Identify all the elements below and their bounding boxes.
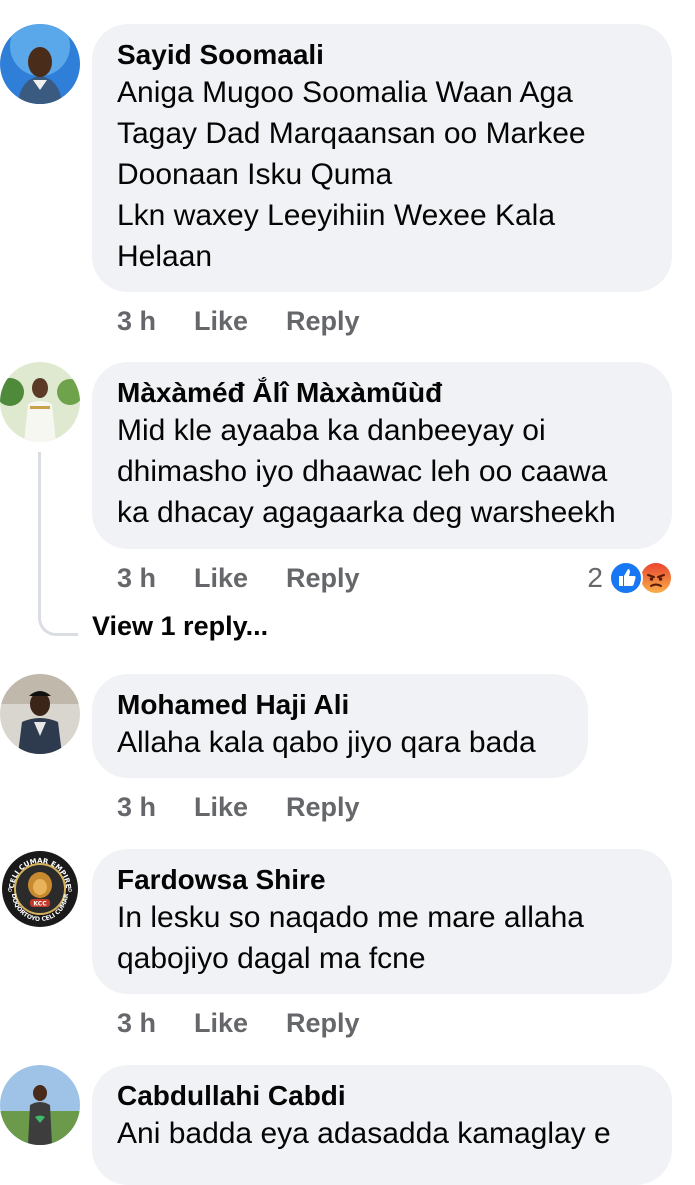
reply-button[interactable]: Reply: [286, 306, 360, 337]
comment-bubble: Fardowsa Shire In lesku so naqado me mar…: [92, 849, 672, 994]
comment-author[interactable]: Mohamed Haji Ali: [117, 688, 562, 722]
view-replies-link[interactable]: View 1 reply...: [92, 611, 268, 642]
avatar[interactable]: [0, 24, 80, 104]
like-button[interactable]: Like: [194, 792, 286, 823]
logo-side-number: 6: [8, 886, 13, 894]
comment-author[interactable]: Sayid Soomaali: [117, 38, 646, 72]
comment-text: Ani badda eya adasadda kamaglay e: [117, 1117, 611, 1150]
comment-text: Aniga Mugoo Soomalia Waan Aga Tagay Dad …: [117, 76, 586, 273]
comment-bubble: Màxàméđ Ắlî Màxàmũùđ Mid kle ayaaba ka d…: [92, 362, 672, 549]
comment-actions: 3 h Like Reply: [117, 558, 360, 598]
angry-reaction-icon: [639, 561, 673, 595]
thread-connector-line: [38, 452, 78, 636]
comment-author[interactable]: Cabdullahi Cabdi: [117, 1079, 646, 1113]
like-button[interactable]: Like: [194, 1008, 286, 1039]
comment-bubble: Mohamed Haji Ali Allaha kala qabo jiyo q…: [92, 674, 588, 778]
avatar[interactable]: CELI CUMAR EMPIRE DOQORTOYO CELI CUMAR K…: [0, 849, 80, 929]
comment-actions: 3 h Like Reply: [117, 301, 360, 341]
comment-author[interactable]: Màxàméđ Ắlî Màxàmũùđ: [117, 376, 646, 410]
reply-button[interactable]: Reply: [286, 1008, 360, 1039]
logo-side-number: 6: [68, 886, 73, 894]
empire-logo-avatar: CELI CUMAR EMPIRE DOQORTOYO CELI CUMAR K…: [0, 849, 80, 929]
avatar[interactable]: [0, 362, 80, 442]
logo-badge-text: KCC: [33, 901, 47, 908]
comment-bubble: Cabdullahi Cabdi Ani badda eya adasadda …: [92, 1065, 672, 1185]
comment-bubble: Sayid Soomaali Aniga Mugoo Soomalia Waan…: [92, 24, 672, 292]
comment-timestamp[interactable]: 3 h: [117, 792, 194, 823]
comment-text: Allaha kala qabo jiyo qara bada: [117, 726, 536, 759]
comment-author[interactable]: Fardowsa Shire: [117, 863, 646, 897]
comment-timestamp[interactable]: 3 h: [117, 563, 194, 594]
like-reaction-icon: [609, 561, 643, 595]
comment-text: In lesku so naqado me mare allaha qaboji…: [117, 901, 584, 975]
reply-button[interactable]: Reply: [286, 792, 360, 823]
comment-actions: 3 h Like Reply: [117, 787, 360, 827]
comment-timestamp[interactable]: 3 h: [117, 1008, 194, 1039]
reaction-count: 2: [587, 562, 603, 593]
comment-timestamp[interactable]: 3 h: [117, 306, 194, 337]
like-button[interactable]: Like: [194, 563, 286, 594]
reply-button[interactable]: Reply: [286, 563, 360, 594]
avatar[interactable]: [0, 674, 80, 754]
like-button[interactable]: Like: [194, 306, 286, 337]
comment-actions: 3 h Like Reply: [117, 1003, 360, 1043]
reaction-summary[interactable]: 2: [587, 558, 673, 598]
comment-text: Mid kle ayaaba ka danbeeyay oi dhimasho …: [117, 414, 616, 529]
avatar[interactable]: [0, 1065, 80, 1145]
